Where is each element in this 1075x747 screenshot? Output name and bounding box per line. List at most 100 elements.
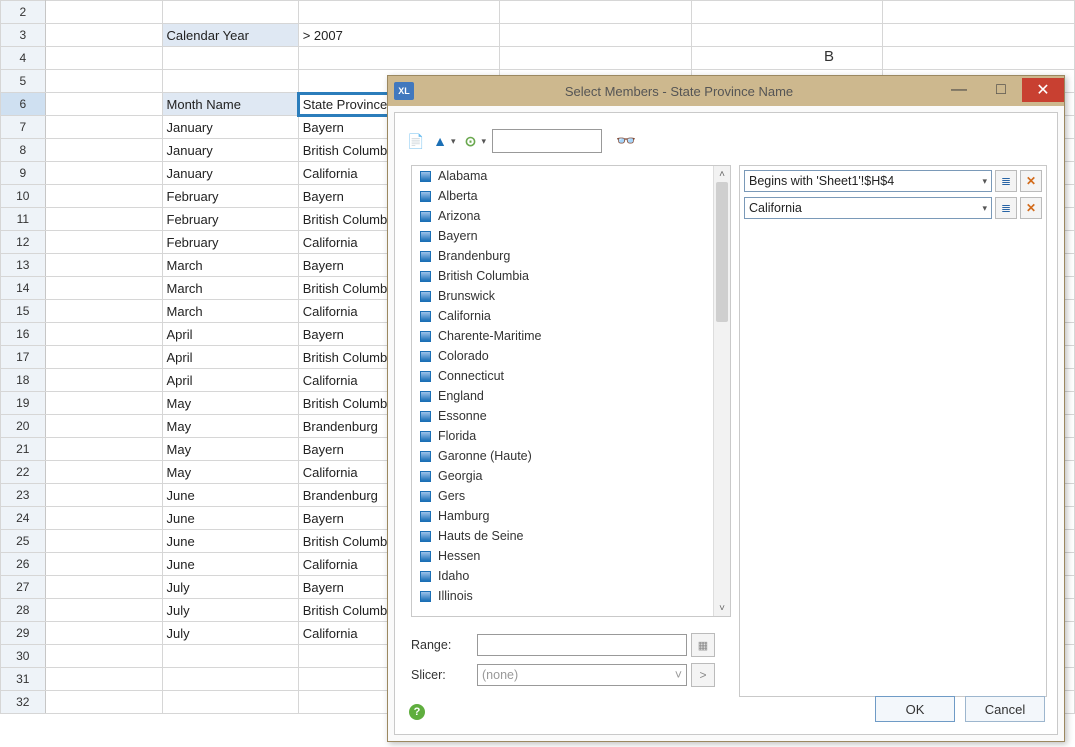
- row-header[interactable]: 9: [1, 162, 46, 185]
- cell[interactable]: [45, 300, 162, 323]
- spectacles-icon[interactable]: 👓: [616, 131, 636, 151]
- cell[interactable]: [45, 622, 162, 645]
- row-header[interactable]: 31: [1, 668, 46, 691]
- cell[interactable]: [45, 553, 162, 576]
- member-item[interactable]: Brandenburg: [412, 246, 714, 266]
- row-header[interactable]: 16: [1, 323, 46, 346]
- row-header[interactable]: 18: [1, 369, 46, 392]
- cell[interactable]: [162, 691, 298, 714]
- row-header[interactable]: 7: [1, 116, 46, 139]
- cell[interactable]: July: [162, 622, 298, 645]
- cell[interactable]: [45, 47, 162, 70]
- row-header[interactable]: 24: [1, 507, 46, 530]
- cell[interactable]: [45, 70, 162, 93]
- cell[interactable]: [162, 47, 298, 70]
- member-item[interactable]: Florida: [412, 426, 714, 446]
- member-item[interactable]: Hauts de Seine: [412, 526, 714, 546]
- row-header[interactable]: 3: [1, 24, 46, 47]
- row-header[interactable]: 20: [1, 415, 46, 438]
- tree-dropdown[interactable]: ▾: [451, 136, 456, 147]
- row-header[interactable]: 15: [1, 300, 46, 323]
- cell[interactable]: April: [162, 346, 298, 369]
- search-input[interactable]: [492, 129, 602, 153]
- member-item[interactable]: Brunswick: [412, 286, 714, 306]
- close-button[interactable]: ✕: [1022, 78, 1064, 102]
- cell[interactable]: February: [162, 185, 298, 208]
- cell[interactable]: May: [162, 415, 298, 438]
- cell[interactable]: [691, 24, 883, 47]
- row-header[interactable]: 21: [1, 438, 46, 461]
- row-header[interactable]: 22: [1, 461, 46, 484]
- row-header[interactable]: 11: [1, 208, 46, 231]
- cell[interactable]: May: [162, 438, 298, 461]
- cell[interactable]: [45, 346, 162, 369]
- slicer-combo[interactable]: (none)˅: [477, 664, 687, 686]
- member-item[interactable]: Hessen: [412, 546, 714, 566]
- cell[interactable]: [45, 185, 162, 208]
- cell[interactable]: June: [162, 530, 298, 553]
- filter-delete-button[interactable]: ✕: [1020, 197, 1042, 219]
- member-item[interactable]: Garonne (Haute): [412, 446, 714, 466]
- row-header[interactable]: 32: [1, 691, 46, 714]
- scroll-thumb[interactable]: [716, 182, 728, 322]
- cell[interactable]: Calendar Year: [162, 24, 298, 47]
- cell[interactable]: January: [162, 162, 298, 185]
- row-header[interactable]: 14: [1, 277, 46, 300]
- member-item[interactable]: Bayern: [412, 226, 714, 246]
- cell[interactable]: > 2007: [298, 24, 499, 47]
- filter-edit-button[interactable]: ≣: [995, 197, 1017, 219]
- slicer-go-button[interactable]: >: [691, 663, 715, 687]
- help-button[interactable]: ?: [409, 704, 425, 720]
- cell[interactable]: [500, 47, 692, 70]
- member-item[interactable]: Illinois: [412, 586, 714, 606]
- cell[interactable]: [45, 323, 162, 346]
- cell[interactable]: May: [162, 392, 298, 415]
- cell[interactable]: [45, 645, 162, 668]
- member-item[interactable]: Charente-Maritime: [412, 326, 714, 346]
- member-item[interactable]: British Columbia: [412, 266, 714, 286]
- cell[interactable]: [45, 208, 162, 231]
- cell[interactable]: [45, 254, 162, 277]
- cell[interactable]: [45, 484, 162, 507]
- cell[interactable]: [45, 599, 162, 622]
- cell[interactable]: Month Name: [162, 93, 298, 116]
- cell[interactable]: [45, 93, 162, 116]
- member-item[interactable]: Georgia: [412, 466, 714, 486]
- cell[interactable]: March: [162, 277, 298, 300]
- cell[interactable]: [45, 24, 162, 47]
- link-dropdown[interactable]: ▾: [482, 136, 487, 147]
- row-header[interactable]: 2: [1, 1, 46, 24]
- row-header[interactable]: 6: [1, 93, 46, 116]
- row-header[interactable]: 10: [1, 185, 46, 208]
- link-icon[interactable]: ⊙: [462, 132, 480, 150]
- cancel-button[interactable]: Cancel: [965, 696, 1045, 722]
- member-item[interactable]: England: [412, 386, 714, 406]
- cell[interactable]: March: [162, 300, 298, 323]
- filter-combo[interactable]: California▾: [744, 197, 992, 219]
- member-item[interactable]: Idaho: [412, 566, 714, 586]
- scroll-up[interactable]: ˄: [714, 166, 730, 182]
- cell[interactable]: [45, 116, 162, 139]
- member-item[interactable]: California: [412, 306, 714, 326]
- cell[interactable]: [500, 24, 692, 47]
- cell[interactable]: April: [162, 323, 298, 346]
- row-header[interactable]: 12: [1, 231, 46, 254]
- cell[interactable]: [45, 576, 162, 599]
- row-header[interactable]: 30: [1, 645, 46, 668]
- filter-combo[interactable]: Begins with 'Sheet1'!$H$4▾: [744, 170, 992, 192]
- cell[interactable]: [45, 1, 162, 24]
- cell[interactable]: [45, 277, 162, 300]
- row-header[interactable]: 29: [1, 622, 46, 645]
- cell[interactable]: April: [162, 369, 298, 392]
- filter-edit-button[interactable]: ≣: [995, 170, 1017, 192]
- cell[interactable]: [883, 47, 1075, 70]
- member-item[interactable]: Gers: [412, 486, 714, 506]
- cell[interactable]: [45, 392, 162, 415]
- cell[interactable]: [45, 461, 162, 484]
- cell[interactable]: [298, 47, 499, 70]
- row-header[interactable]: 8: [1, 139, 46, 162]
- member-item[interactable]: Alabama: [412, 166, 714, 186]
- cell[interactable]: June: [162, 484, 298, 507]
- cell[interactable]: [45, 369, 162, 392]
- cell[interactable]: January: [162, 116, 298, 139]
